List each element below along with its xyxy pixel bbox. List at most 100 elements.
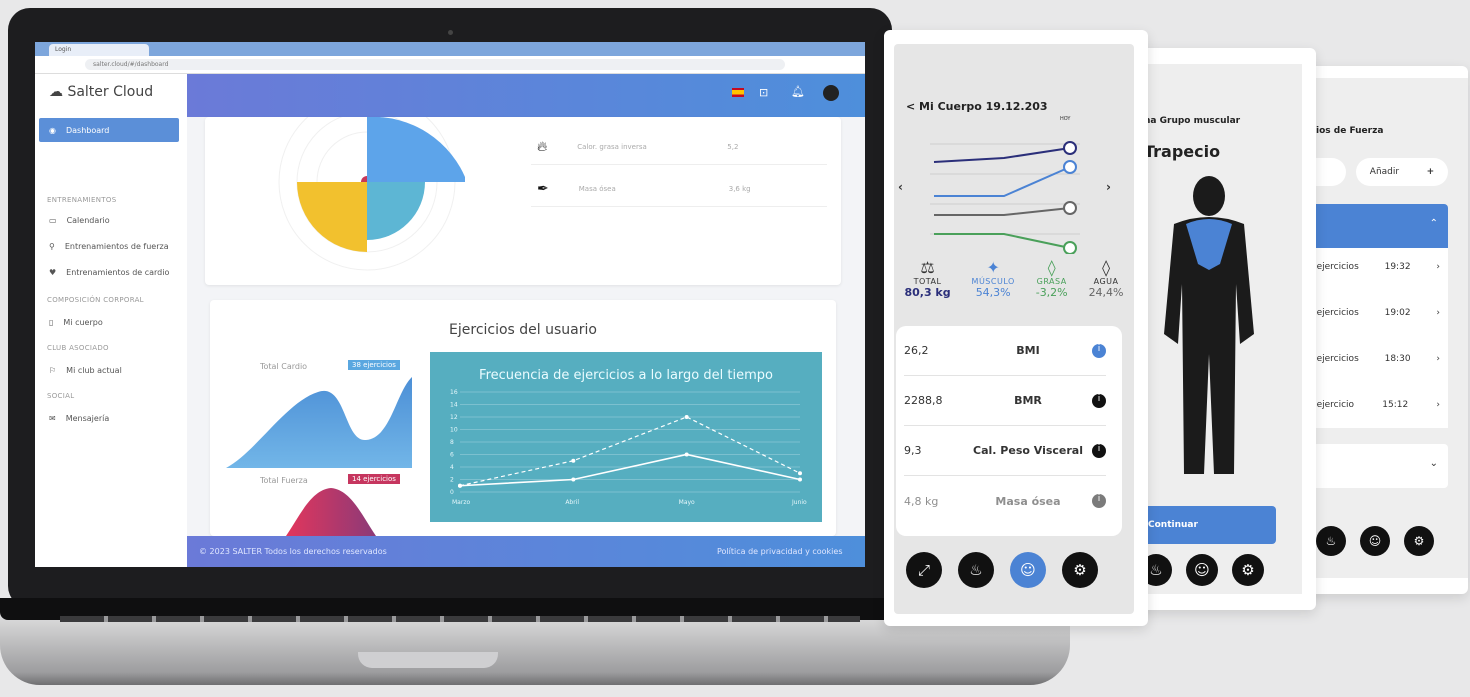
phone-strength: ios de Fuerza Añadir + ⌃ 2 ejercicios 19:3…: [1298, 66, 1468, 594]
phone-body-screen: < Mi Cuerpo 19.12.203 HOY ‹ › ⚖ TOTAL 80,3…: [894, 44, 1134, 614]
browser-tab[interactable]: Login: [49, 44, 149, 56]
settings-nav-icon[interactable]: ⚙: [1232, 554, 1264, 586]
accordion-header[interactable]: ⌃: [1298, 204, 1448, 248]
fat-drop-icon: ◊: [1047, 258, 1056, 277]
count-badge: 14 ejercicios: [348, 474, 400, 484]
sidebar-item-club[interactable]: ⚐ Mi club actual: [39, 358, 179, 382]
url-field[interactable]: salter.cloud/#/dashboard: [85, 59, 785, 70]
data-point: [571, 458, 576, 463]
metric-row[interactable]: 9,3 Cal. Peso Visceral i: [904, 426, 1106, 476]
laptop-screen: Login salter.cloud/#/dashboard ☁ Salter …: [35, 42, 865, 567]
metric-label: BMI: [1016, 344, 1040, 357]
y-tick-label: 6: [450, 452, 454, 459]
flag-icon[interactable]: [732, 88, 744, 97]
list-item[interactable]: 2 ejercicios 19:32 ›: [1308, 262, 1440, 272]
sidebar-item-my-body[interactable]: ▯ Mi cuerpo: [39, 310, 179, 334]
user-nav-icon[interactable]: ☺: [1360, 526, 1390, 556]
chevron-right-icon: ›: [1436, 262, 1440, 272]
strength-nav-icon[interactable]: ⤢: [906, 552, 942, 588]
stat-label: Masa ósea: [578, 184, 616, 193]
sidebar-item-calendar[interactable]: ▭ Calendario: [39, 208, 179, 232]
accordion-collapsed[interactable]: ⌄: [1298, 444, 1448, 488]
frequency-plot: 16 14 12 10 8 6 4 2 0 Marzo Abril Mayo Junio: [450, 389, 807, 506]
calendar-icon: ▭: [49, 215, 57, 225]
sidebar-item-label: Mi club actual: [66, 365, 122, 375]
app-header: ⊡ 🔔︎: [187, 74, 865, 117]
user-nav-icon[interactable]: ☺: [1186, 554, 1218, 586]
bone-icon: ✒︎: [537, 180, 549, 197]
cardio-mini-chart: Total Cardio 38 ejercicios: [226, 352, 412, 468]
metric-row[interactable]: 26,2 BMI i: [904, 326, 1106, 376]
chevron-down-icon: ⌄: [1429, 458, 1438, 469]
info-icon[interactable]: i: [1092, 343, 1106, 358]
list-item[interactable]: 3 ejercicios 19:02 ›: [1308, 308, 1440, 318]
trackpad-notch: [358, 652, 498, 668]
data-point: [684, 415, 689, 419]
y-tick-label: 4: [450, 464, 454, 471]
sidebar: ☁ Salter Cloud ◉ Dashboard ENTRENAMIENTOS…: [35, 74, 187, 567]
avatar[interactable]: [823, 85, 839, 101]
keyboard: [60, 616, 860, 622]
section-training: ENTRENAMIENTOS: [47, 196, 117, 204]
item-time: 19:32: [1384, 262, 1411, 272]
cardio-nav-icon[interactable]: ♨: [1316, 526, 1346, 556]
count-badge: 38 ejercicios: [348, 360, 400, 370]
x-tick-label: Abril: [565, 499, 579, 506]
section-club: CLUB ASOCIADO: [47, 344, 109, 352]
series-line: [459, 416, 801, 487]
chevron-right-icon[interactable]: ›: [1106, 180, 1111, 194]
list-item[interactable]: 2 ejercicios 18:30 ›: [1308, 354, 1440, 364]
add-button[interactable]: Añadir +: [1356, 158, 1448, 186]
stat-label: GRASA: [1036, 277, 1067, 286]
stats-row: ⚖ TOTAL 80,3 kg ✦ MÚSCULO 54,3% ◊ GRASA -3,2% …: [894, 258, 1134, 299]
item-time: 18:30: [1384, 354, 1411, 364]
settings-nav-icon[interactable]: ⚙: [1062, 552, 1098, 588]
info-icon[interactable]: i: [1092, 494, 1106, 508]
window-icon[interactable]: ⊡: [759, 86, 768, 99]
sidebar-item-strength[interactable]: ⚲ Entrenamientos de fuerza: [39, 234, 179, 258]
stat-label: Calor. grasa inversa: [577, 142, 647, 151]
metric-value: 9,3: [904, 444, 922, 457]
cardio-nav-icon[interactable]: ♨: [958, 552, 994, 588]
info-icon[interactable]: i: [1092, 393, 1106, 408]
sidebar-item-label: Mensajería: [65, 413, 110, 423]
exercises-card: Ejercicios del usuario Total Cardio 38 e…: [210, 300, 836, 536]
sidebar-item-cardio[interactable]: ♥ Entrenamientos de cardio: [39, 260, 179, 284]
item-time: 15:12: [1382, 400, 1409, 410]
data-point: [684, 452, 689, 457]
info-icon[interactable]: i: [1092, 443, 1106, 458]
screen-title[interactable]: < Mi Cuerpo 19.12.203: [906, 100, 1048, 113]
y-tick-label: 14: [450, 402, 458, 409]
phone-strength-screen: ios de Fuerza Añadir + ⌃ 2 ejercicios 19:3…: [1298, 78, 1468, 578]
metric-value: 4,8 kg: [904, 494, 939, 508]
sidebar-item-label: Mi cuerpo: [63, 317, 103, 327]
continue-button[interactable]: Continuar: [1140, 506, 1276, 544]
metric-label: Masa ósea: [995, 494, 1061, 508]
body-composition-card: 🔥︎ Calor. grasa inversa 5,2 ✒︎ Masa ósea…: [205, 117, 841, 285]
sidebar-item-label: Dashboard: [65, 125, 110, 135]
screen-title: ios de Fuerza: [1316, 126, 1384, 136]
stat-value: 54,3%: [975, 286, 1011, 299]
bell-icon[interactable]: 🔔︎: [791, 85, 805, 98]
sidebar-item-label: Entrenamientos de fuerza: [64, 241, 169, 251]
heart-icon: ♥: [49, 267, 57, 277]
copyright: © 2023 SALTER Todos los derechos reserva…: [199, 547, 387, 556]
sidebar-item-dashboard[interactable]: ◉ Dashboard: [39, 118, 179, 142]
muscle-icon: ✦: [986, 258, 1000, 277]
list-item[interactable]: 1 ejercicio 15:12 ›: [1308, 400, 1440, 410]
sidebar-item-messaging[interactable]: ✉ Mensajería: [39, 406, 179, 430]
privacy-link[interactable]: Política de privacidad y cookies: [717, 547, 842, 556]
session-list: 2 ejercicios 19:32 › 3 ejercicios 19:02 › 2 …: [1298, 248, 1448, 428]
strength-mini-chart: Total Fuerza 14 ejercicios: [226, 470, 412, 536]
radial-segment: [367, 117, 465, 182]
metric-row[interactable]: 2288,8 BMR i: [904, 376, 1106, 426]
user-nav-icon[interactable]: ☺: [1010, 552, 1046, 588]
chevron-left-icon[interactable]: ‹: [898, 180, 903, 194]
metric-row[interactable]: 4,8 kg Masa ósea i: [904, 476, 1106, 526]
metric-label: Cal. Peso Visceral: [973, 444, 1083, 457]
body-icon: ▯: [49, 317, 54, 327]
muscle-name: Trapecio: [1144, 142, 1221, 161]
settings-nav-icon[interactable]: ⚙: [1404, 526, 1434, 556]
sidebar-item-label: Calendario: [66, 215, 110, 225]
stat-value: 24,4%: [1088, 286, 1124, 299]
